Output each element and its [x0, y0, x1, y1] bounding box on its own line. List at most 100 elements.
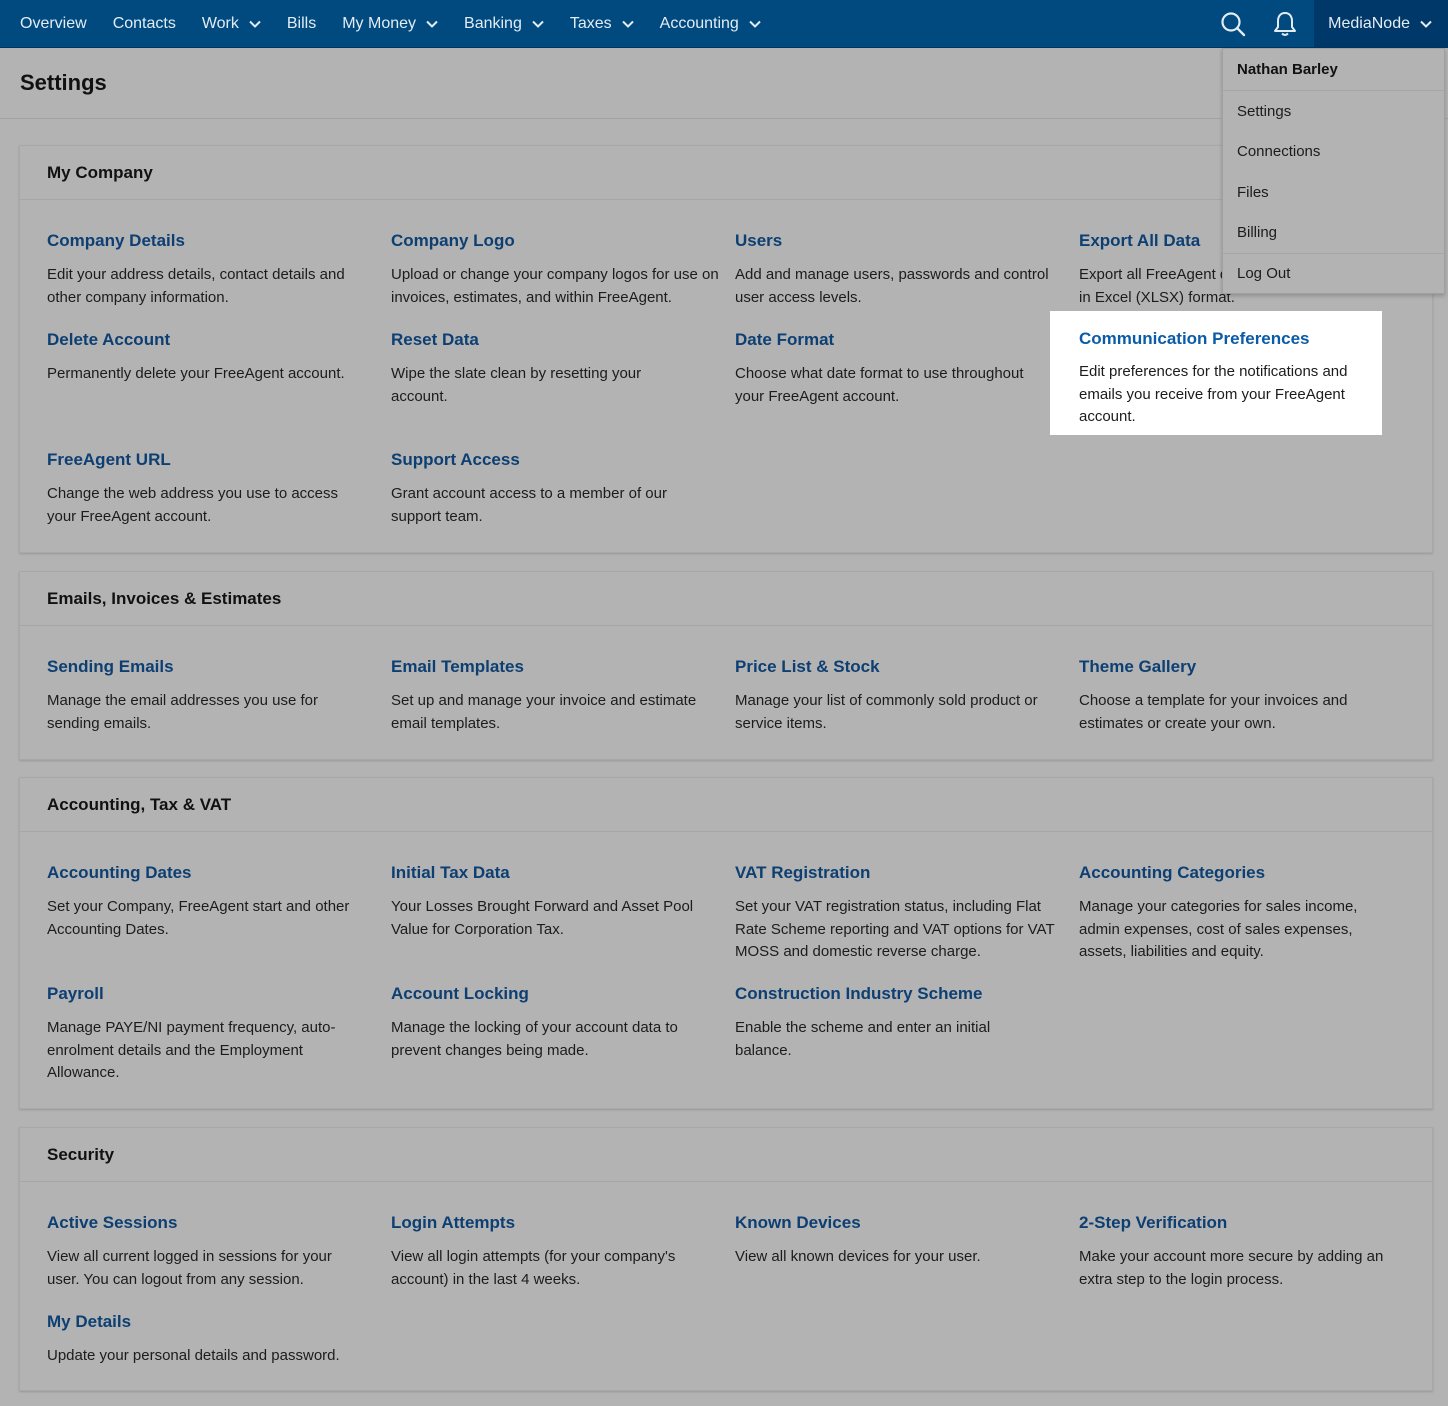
nav-label: My Money	[342, 14, 417, 32]
item-description: Manage your list of commonly sold produc…	[735, 692, 1038, 732]
item-description: Manage the locking of your account data …	[391, 1019, 678, 1059]
my-details-link[interactable]: My Details	[47, 1311, 377, 1333]
nav-label: Accounting	[659, 14, 739, 32]
item-description: Edit your address details, contact detai…	[47, 266, 345, 306]
settings-item-date-format: Date Format Choose what date format to u…	[735, 329, 1055, 408]
accounting-tax-vat-panel: Accounting, Tax & VAT Accounting Dates S…	[19, 777, 1433, 1109]
item-description: View all known devices for your user.	[735, 1248, 981, 1265]
company-logo-link[interactable]: Company Logo	[391, 230, 721, 252]
chevron-down-icon	[1420, 20, 1432, 28]
item-description: Choose what date format to use throughou…	[735, 365, 1024, 405]
nav-my-money[interactable]: My Money	[342, 0, 438, 47]
date-format-link[interactable]: Date Format	[735, 329, 1055, 351]
item-description: Make your account more secure by adding …	[1079, 1248, 1384, 1288]
company-details-link[interactable]: Company Details	[47, 230, 377, 252]
known-devices-link[interactable]: Known Devices	[735, 1212, 1065, 1234]
nav-label: Taxes	[569, 14, 612, 32]
chevron-down-icon	[532, 20, 544, 28]
nav-label: Banking	[464, 14, 522, 32]
nav-banking[interactable]: Banking	[464, 0, 544, 47]
chevron-down-icon	[621, 20, 634, 28]
communication-preferences-highlight: Communication Preferences Edit preferenc…	[1050, 311, 1382, 435]
2-step-verification-link[interactable]: 2-Step Verification	[1079, 1212, 1409, 1234]
chevron-down-icon	[426, 20, 438, 28]
dropdown-user-name: Nathan Barley	[1223, 49, 1444, 91]
nav-overview[interactable]: Overview	[20, 0, 87, 47]
settings-item-company-logo: Company Logo Upload or change your compa…	[391, 230, 721, 309]
settings-item-support-access: Support Access Grant account access to a…	[391, 449, 701, 528]
section-title: My Company	[20, 146, 1432, 200]
theme-gallery-link[interactable]: Theme Gallery	[1079, 656, 1379, 678]
menu-item-settings[interactable]: Settings	[1223, 91, 1444, 132]
menu-item-log-out[interactable]: Log Out	[1223, 253, 1444, 294]
item-description: Set your Company, FreeAgent start and ot…	[47, 898, 350, 938]
item-description: Manage PAYE/NI payment frequency, auto-e…	[47, 1019, 336, 1081]
initial-tax-data-link[interactable]: Initial Tax Data	[391, 862, 721, 884]
settings-item-accounting-dates: Accounting Dates Set your Company, FreeA…	[47, 862, 377, 941]
item-description: Set up and manage your invoice and estim…	[391, 692, 697, 732]
item-description: Change the web address you use to access…	[47, 485, 339, 525]
sending-emails-link[interactable]: Sending Emails	[47, 656, 347, 678]
notifications-button[interactable]	[1268, 7, 1302, 41]
item-description: Edit preferences for the notifications a…	[1079, 363, 1348, 425]
nav-work[interactable]: Work	[202, 0, 261, 47]
menu-item-billing[interactable]: Billing	[1223, 213, 1444, 254]
item-description: Manage the email addresses you use for s…	[47, 692, 318, 732]
nav-label: Bills	[286, 14, 317, 32]
item-description: Update your personal details and passwor…	[47, 1347, 340, 1364]
active-sessions-link[interactable]: Active Sessions	[47, 1212, 357, 1234]
account-locking-link[interactable]: Account Locking	[391, 983, 711, 1005]
settings-item-sending-emails: Sending Emails Manage the email addresse…	[47, 656, 347, 735]
security-panel: Security Active Sessions View all curren…	[19, 1127, 1433, 1391]
settings-item-company-details: Company Details Edit your address detail…	[47, 230, 377, 309]
construction-industry-scheme-link[interactable]: Construction Industry Scheme	[735, 983, 1025, 1005]
nav-contacts[interactable]: Contacts	[113, 0, 176, 47]
settings-item-active-sessions: Active Sessions View all current logged …	[47, 1212, 357, 1291]
nav-bills[interactable]: Bills	[287, 0, 316, 47]
settings-item-my-details: My Details Update your personal details …	[47, 1311, 377, 1368]
settings-item-users: Users Add and manage users, passwords an…	[735, 230, 1065, 309]
delete-account-link[interactable]: Delete Account	[47, 329, 377, 351]
email-templates-link[interactable]: Email Templates	[391, 656, 721, 678]
nav-taxes[interactable]: Taxes	[570, 0, 634, 47]
accounting-dates-link[interactable]: Accounting Dates	[47, 862, 377, 884]
item-description: Your Losses Brought Forward and Asset Po…	[391, 898, 694, 938]
item-description: Add and manage users, passwords and cont…	[735, 266, 1049, 306]
section-title: Security	[20, 1128, 1432, 1182]
settings-item-vat-registration: VAT Registration Set your VAT registrati…	[735, 862, 1065, 964]
reset-data-link[interactable]: Reset Data	[391, 329, 681, 351]
bell-icon	[1274, 11, 1297, 36]
item-description: Choose a template for your invoices and …	[1079, 692, 1348, 732]
communication-preferences-link[interactable]: Communication Preferences	[1079, 328, 1379, 350]
nav-label: Contacts	[112, 14, 176, 32]
menu-item-files[interactable]: Files	[1223, 172, 1444, 213]
vat-registration-link[interactable]: VAT Registration	[735, 862, 1065, 884]
nav-accounting[interactable]: Accounting	[660, 0, 761, 47]
nav-label: Overview	[20, 14, 87, 32]
menu-item-connections[interactable]: Connections	[1223, 132, 1444, 173]
settings-item-email-templates: Email Templates Set up and manage your i…	[391, 656, 721, 735]
payroll-link[interactable]: Payroll	[47, 983, 357, 1005]
top-navigation: Overview Contacts Work Bills My Money Ba…	[0, 0, 1448, 48]
freeagent-url-link[interactable]: FreeAgent URL	[47, 449, 367, 471]
account-name: MediaNode	[1328, 14, 1410, 32]
accounting-categories-link[interactable]: Accounting Categories	[1079, 862, 1379, 884]
support-access-link[interactable]: Support Access	[391, 449, 701, 471]
item-description: Upload or change your company logos for …	[391, 266, 719, 306]
item-description: Enable the scheme and enter an initial b…	[735, 1019, 991, 1059]
account-menu-button[interactable]: MediaNode	[1314, 0, 1448, 47]
settings-item-known-devices: Known Devices View all known devices for…	[735, 1212, 1065, 1269]
search-button[interactable]	[1216, 7, 1250, 41]
item-description: Manage your categories for sales income,…	[1079, 898, 1358, 960]
price-list-stock-link[interactable]: Price List & Stock	[735, 656, 1065, 678]
emails-invoices-estimates-panel: Emails, Invoices & Estimates Sending Ema…	[19, 571, 1433, 760]
account-dropdown-menu: Nathan Barley Settings Connections Files…	[1222, 48, 1445, 294]
settings-item-price-list-stock: Price List & Stock Manage your list of c…	[735, 656, 1065, 735]
nav-label: Work	[201, 14, 239, 32]
settings-item-theme-gallery: Theme Gallery Choose a template for your…	[1079, 656, 1379, 735]
item-description: View all login attempts (for your compan…	[391, 1248, 676, 1288]
login-attempts-link[interactable]: Login Attempts	[391, 1212, 711, 1234]
users-link[interactable]: Users	[735, 230, 1065, 252]
chevron-down-icon	[249, 20, 261, 28]
settings-item-payroll: Payroll Manage PAYE/NI payment frequency…	[47, 983, 357, 1085]
